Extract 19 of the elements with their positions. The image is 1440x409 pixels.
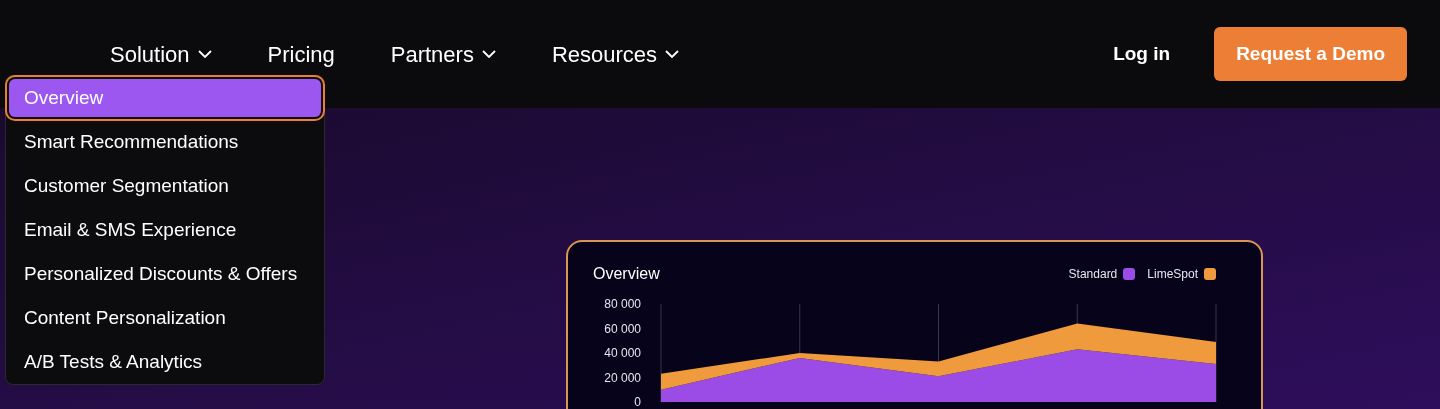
menu-item[interactable]: Smart Recommendations bbox=[9, 123, 321, 161]
y-tick-label: 20 000 bbox=[604, 370, 641, 385]
y-tick-label: 40 000 bbox=[604, 346, 641, 360]
menu-item[interactable]: Personalized Discounts & Offers bbox=[9, 255, 321, 293]
y-tick-label: 60 000 bbox=[604, 321, 641, 336]
menu-item[interactable]: A/B Tests & Analytics bbox=[9, 343, 321, 381]
nav-link[interactable]: Pricing bbox=[267, 37, 335, 71]
y-tick-label: 80 000 bbox=[604, 297, 641, 311]
nav-link[interactable]: Resources bbox=[551, 37, 658, 71]
legend-label: LimeSpot bbox=[1147, 266, 1198, 283]
menu-item[interactable]: Email & SMS Experience bbox=[9, 211, 321, 249]
chart-title: Overview bbox=[593, 264, 660, 284]
login-link[interactable]: Log in bbox=[1113, 39, 1171, 69]
legend-label: Standard bbox=[1068, 266, 1118, 283]
nav-link[interactable]: Partners bbox=[390, 37, 474, 71]
nav-link[interactable]: Solution bbox=[110, 37, 190, 71]
menu-item[interactable]: Content Personalization bbox=[9, 299, 321, 337]
menu-item[interactable]: Customer Segmentation bbox=[9, 167, 321, 205]
y-tick-label: 0 bbox=[634, 395, 641, 409]
